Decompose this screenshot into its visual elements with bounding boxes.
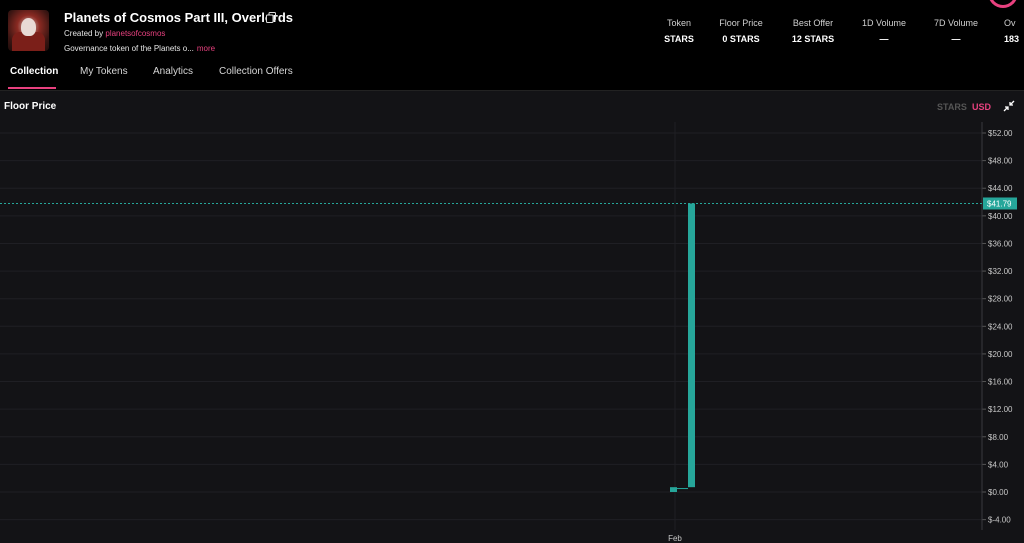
currency-toggle-usd[interactable]: USD xyxy=(972,102,991,112)
stat-1d-volume: 1D Volume — xyxy=(857,18,911,44)
tab-bar: Collection My Tokens Analytics Collectio… xyxy=(0,62,1024,90)
stat-label: Floor Price xyxy=(719,18,763,28)
stat-label: 1D Volume xyxy=(861,18,907,28)
stat-overflow: Ov 183 xyxy=(1004,18,1024,44)
floor-price-panel: Floor Price STARS USD xyxy=(0,90,1024,543)
currency-toggle-stars[interactable]: STARS xyxy=(937,102,967,112)
profile-ring-icon[interactable] xyxy=(988,0,1018,8)
panel-title: Floor Price xyxy=(4,101,57,112)
tab-collection[interactable]: Collection xyxy=(10,66,58,77)
stat-7d-volume: 7D Volume — xyxy=(929,18,983,44)
stat-value: 183 xyxy=(1004,34,1020,44)
stat-value: STARS xyxy=(664,34,694,44)
stat-label: 7D Volume xyxy=(933,18,979,28)
stat-floor-price: Floor Price 0 STARS xyxy=(713,18,769,44)
stat-label: Best Offer xyxy=(792,18,834,28)
stat-value: 12 STARS xyxy=(791,34,835,44)
stat-value: 0 STARS xyxy=(722,34,760,44)
stat-value: — xyxy=(951,34,961,44)
active-tab-indicator xyxy=(8,87,56,89)
stat-token: Token STARS xyxy=(664,18,694,44)
stat-best-offer: Best Offer 12 STARS xyxy=(788,18,838,44)
stats-bar: Token STARS Floor Price 0 STARS Best Off… xyxy=(0,18,1024,48)
stat-value: — xyxy=(879,34,889,44)
collection-header: Planets of Cosmos Part III, Overlords Cr… xyxy=(0,0,1024,90)
tab-analytics[interactable]: Analytics xyxy=(153,66,193,77)
stat-label: Ov xyxy=(1004,18,1016,28)
tab-my-tokens[interactable]: My Tokens xyxy=(80,66,128,77)
tab-collection-offers[interactable]: Collection Offers xyxy=(219,66,293,77)
stat-label: Token xyxy=(666,18,692,28)
collapse-icon[interactable] xyxy=(1003,100,1015,112)
